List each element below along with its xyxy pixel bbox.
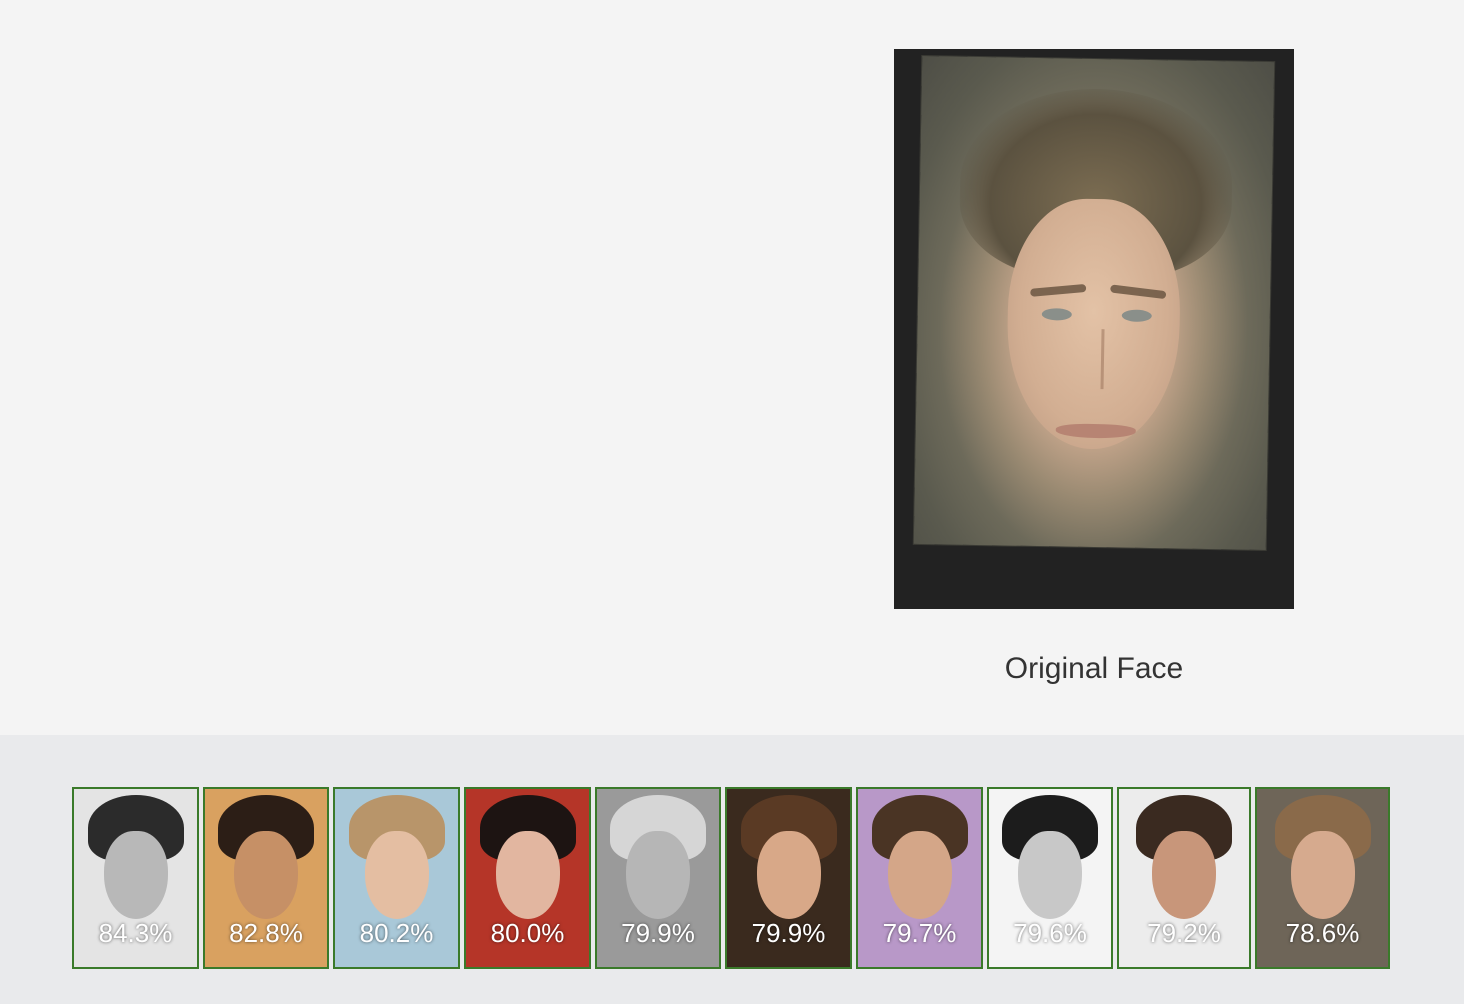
match-thumbnail[interactable]: 79.6% (987, 787, 1113, 969)
match-score: 79.2% (1147, 918, 1221, 948)
match-thumbnail[interactable]: 79.7% (856, 787, 983, 969)
match-score: 80.0% (490, 918, 565, 948)
match-thumbnail[interactable]: 79.9% (725, 787, 852, 969)
original-face-image (894, 49, 1294, 609)
match-thumbnail[interactable]: 79.9% (595, 787, 721, 969)
match-thumbnail[interactable]: 79.2% (1117, 787, 1251, 969)
match-score: 79.9% (621, 918, 695, 948)
match-score: 80.2% (359, 918, 434, 948)
face-photo (913, 55, 1275, 551)
match-thumbnail[interactable]: 80.0% (464, 787, 591, 969)
match-strip: 84.3% 82.8% 80.2% 80.0% 79.9% 79.9% 79.7% 79.6%… (72, 787, 1390, 969)
match-score: 78.6% (1285, 918, 1360, 948)
original-face-caption: Original Face (1004, 652, 1184, 685)
match-score: 82.8% (229, 918, 303, 948)
main-view: Original Face (0, 0, 1464, 735)
match-thumbnail[interactable]: 84.3% (72, 787, 199, 969)
match-score: 84.3% (98, 918, 173, 948)
match-score: 79.6% (1013, 918, 1087, 948)
match-thumbnail[interactable]: 78.6% (1255, 787, 1390, 969)
match-score: 79.9% (751, 918, 826, 948)
match-thumbnail[interactable]: 80.2% (333, 787, 460, 969)
match-thumbnail[interactable]: 82.8% (203, 787, 329, 969)
matches-panel: 84.3% 82.8% 80.2% 80.0% 79.9% 79.9% 79.7% 79.6%… (0, 735, 1464, 1004)
match-score: 79.7% (882, 918, 957, 948)
